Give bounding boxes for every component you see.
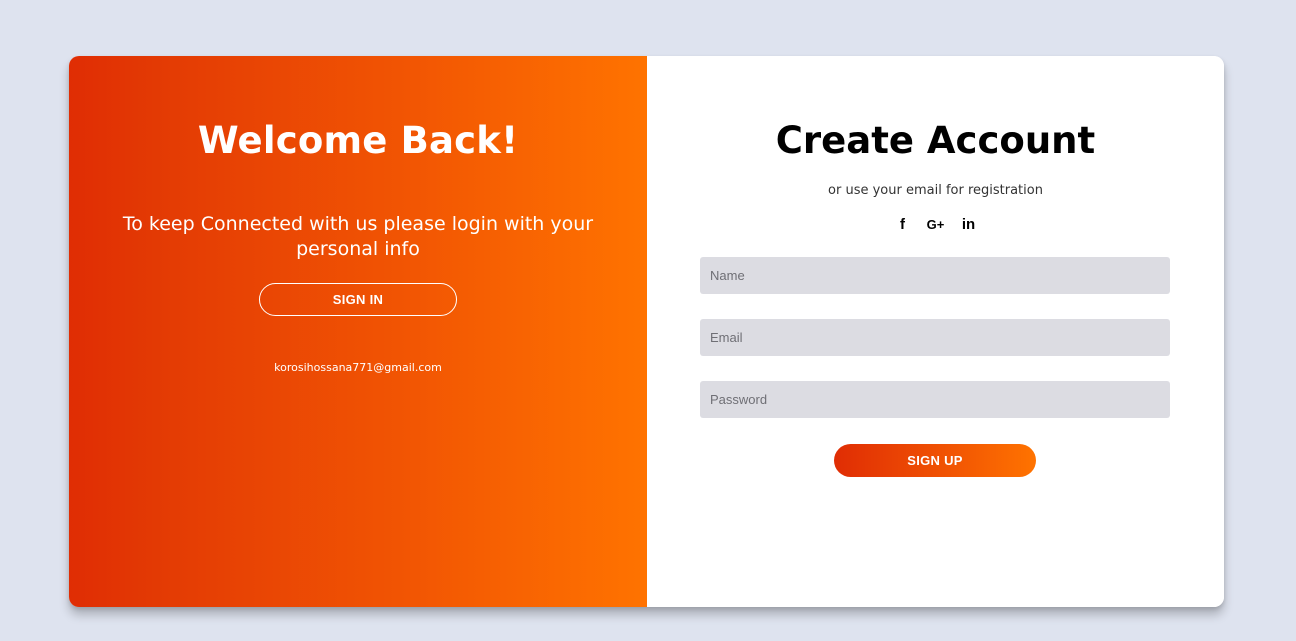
create-account-panel: Create Account or use your email for reg… (647, 56, 1224, 607)
email-input[interactable] (700, 319, 1170, 356)
welcome-panel: Welcome Back! To keep Connected with us … (69, 56, 647, 607)
welcome-title: Welcome Back! (197, 119, 519, 162)
registration-note: or use your email for registration (828, 183, 1043, 198)
create-account-title: Create Account (775, 119, 1096, 162)
social-links: f G+ in (647, 213, 1224, 235)
facebook-icon[interactable]: f (893, 213, 912, 235)
contact-email: korosihossana771@gmail.com (274, 361, 442, 374)
linkedin-icon[interactable]: in (959, 213, 978, 235)
password-input[interactable] (700, 381, 1170, 418)
welcome-subtitle: To keep Connected with us please login w… (122, 213, 594, 260)
auth-card: Welcome Back! To keep Connected with us … (69, 56, 1224, 607)
sign-up-button[interactable]: SIGN UP (834, 444, 1036, 477)
google-plus-icon[interactable]: G+ (926, 213, 945, 235)
sign-in-button[interactable]: SIGN IN (259, 283, 457, 316)
name-input[interactable] (700, 257, 1170, 294)
